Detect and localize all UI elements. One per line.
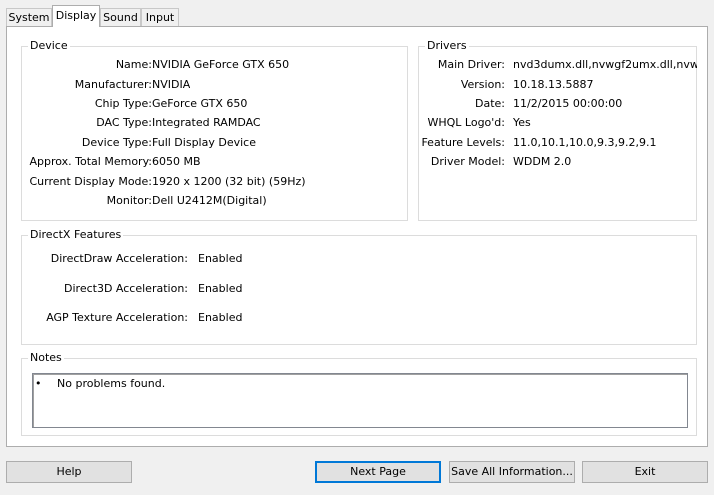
save-all-information-button[interactable]: Save All Information... [449, 461, 575, 483]
tab-display[interactable]: Display [52, 5, 100, 27]
next-page-button[interactable]: Next Page [315, 461, 441, 483]
device-memory-value: 6050 MB [152, 155, 201, 168]
whql-value: Yes [513, 116, 531, 129]
device-chip-type-label: Chip Type: [94, 97, 152, 110]
device-chip-type-value: GeForce GTX 650 [152, 97, 248, 110]
notes-bullet: • [35, 377, 42, 390]
drivers-group: Drivers Main Driver: nvd3dumx.dll,nvwgf2… [418, 39, 697, 221]
driver-model-label: Driver Model: [430, 155, 505, 168]
tab-system[interactable]: System [6, 8, 52, 26]
drivers-group-title: Drivers [425, 39, 469, 53]
device-dac-type-label: DAC Type: [96, 116, 152, 129]
tab-sound[interactable]: Sound [100, 8, 141, 26]
device-type-label: Device Type: [81, 136, 152, 149]
device-monitor-value: Dell U2412M(Digital) [152, 194, 267, 207]
feature-levels-value: 11.0,10.1,10.0,9.3,9.2,9.1 [513, 136, 657, 149]
main-driver-value: nvd3dumx.dll,nvwgf2umx.dll,nvwgf2 [513, 58, 697, 71]
device-type-value: Full Display Device [152, 136, 256, 149]
device-manufacturer-value: NVIDIA [152, 78, 191, 91]
directdraw-value: Enabled [198, 252, 243, 265]
device-group-title: Device [28, 39, 70, 53]
notes-item: No problems found. [57, 377, 166, 390]
tab-input[interactable]: Input [141, 8, 179, 26]
device-monitor-label: Monitor: [106, 194, 152, 207]
device-memory-label: Approx. Total Memory: [29, 155, 153, 168]
device-name-label: Name: [115, 58, 152, 71]
notes-group: Notes • No problems found. [21, 351, 697, 436]
direct3d-value: Enabled [198, 282, 243, 295]
directdraw-label: DirectDraw Acceleration: [50, 252, 188, 265]
display-tab-page: Device Name: NVIDIA GeForce GTX 650 Manu… [6, 26, 708, 447]
device-name-value: NVIDIA GeForce GTX 650 [152, 58, 290, 71]
device-display-mode-label: Current Display Mode: [29, 175, 152, 188]
directx-features-group: DirectX Features DirectDraw Acceleration… [21, 228, 697, 345]
directx-features-title: DirectX Features [28, 228, 124, 242]
driver-version-label: Version: [460, 78, 505, 91]
driver-model-value: WDDM 2.0 [513, 155, 572, 168]
driver-date-label: Date: [475, 97, 505, 110]
feature-levels-label: Feature Levels: [421, 136, 505, 149]
notes-box[interactable]: • No problems found. [32, 373, 688, 428]
whql-label: WHQL Logo'd: [427, 116, 505, 129]
device-dac-type-value: Integrated RAMDAC [152, 116, 261, 129]
device-group: Device Name: NVIDIA GeForce GTX 650 Manu… [21, 39, 408, 221]
direct3d-label: Direct3D Acceleration: [64, 282, 188, 295]
device-manufacturer-label: Manufacturer: [74, 78, 152, 91]
driver-version-value: 10.18.13.5887 [513, 78, 594, 91]
driver-date-value: 11/2/2015 00:00:00 [513, 97, 623, 110]
main-driver-label: Main Driver: [437, 58, 505, 71]
exit-button[interactable]: Exit [582, 461, 708, 483]
help-button[interactable]: Help [6, 461, 132, 483]
device-display-mode-value: 1920 x 1200 (32 bit) (59Hz) [152, 175, 306, 188]
notes-title: Notes [28, 351, 64, 365]
agp-texture-value: Enabled [198, 311, 243, 324]
agp-texture-label: AGP Texture Acceleration: [46, 311, 188, 324]
